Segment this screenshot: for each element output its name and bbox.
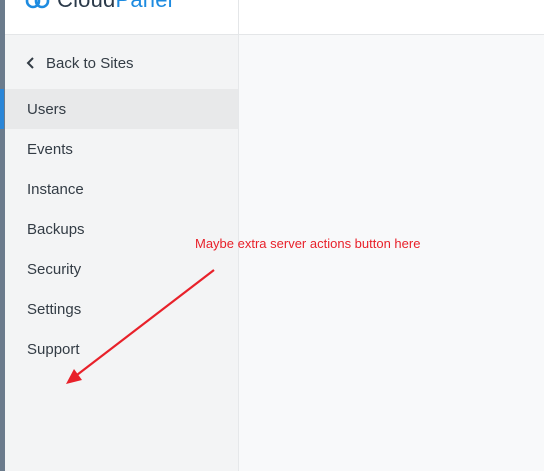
main-content-area [239,35,544,471]
sidebar-item-events[interactable]: Events [5,129,238,169]
sidebar-item-support[interactable]: Support [5,329,238,369]
chevron-left-icon [26,57,34,69]
sidebar-item-label: Users [27,100,67,118]
sidebar-item-label: Instance [27,180,84,198]
back-to-sites-label: Back to Sites [46,54,134,72]
logo-text: CloudPanel [57,0,173,13]
sidebar-item-label: Support [27,340,80,358]
sidebar-item-label: Settings [27,300,82,318]
sidebar-item-settings[interactable]: Settings [5,289,238,329]
top-header: CloudPanel [5,0,544,35]
logo-word-cloud: Cloud [57,0,115,12]
sidebar-item-label: Backups [27,220,85,238]
back-to-sites-link[interactable]: Back to Sites [5,50,134,76]
sidebar-item-instance[interactable]: Instance [5,169,238,209]
sidebar: Back to Sites Users Events Instance Back… [0,35,239,471]
cloudpanel-logo[interactable]: CloudPanel [25,0,173,14]
header-divider [238,0,239,34]
cloud-logo-icon [25,0,50,9]
sidebar-item-security[interactable]: Security [5,249,238,289]
sidebar-item-label: Security [27,260,82,278]
logo-word-panel: Panel [115,0,172,12]
sidebar-nav: Users Events Instance Backups Security S… [0,89,238,369]
annotation-note: Maybe extra server actions button here [195,236,421,251]
sidebar-item-users[interactable]: Users [0,89,238,129]
sidebar-item-label: Events [27,140,73,158]
